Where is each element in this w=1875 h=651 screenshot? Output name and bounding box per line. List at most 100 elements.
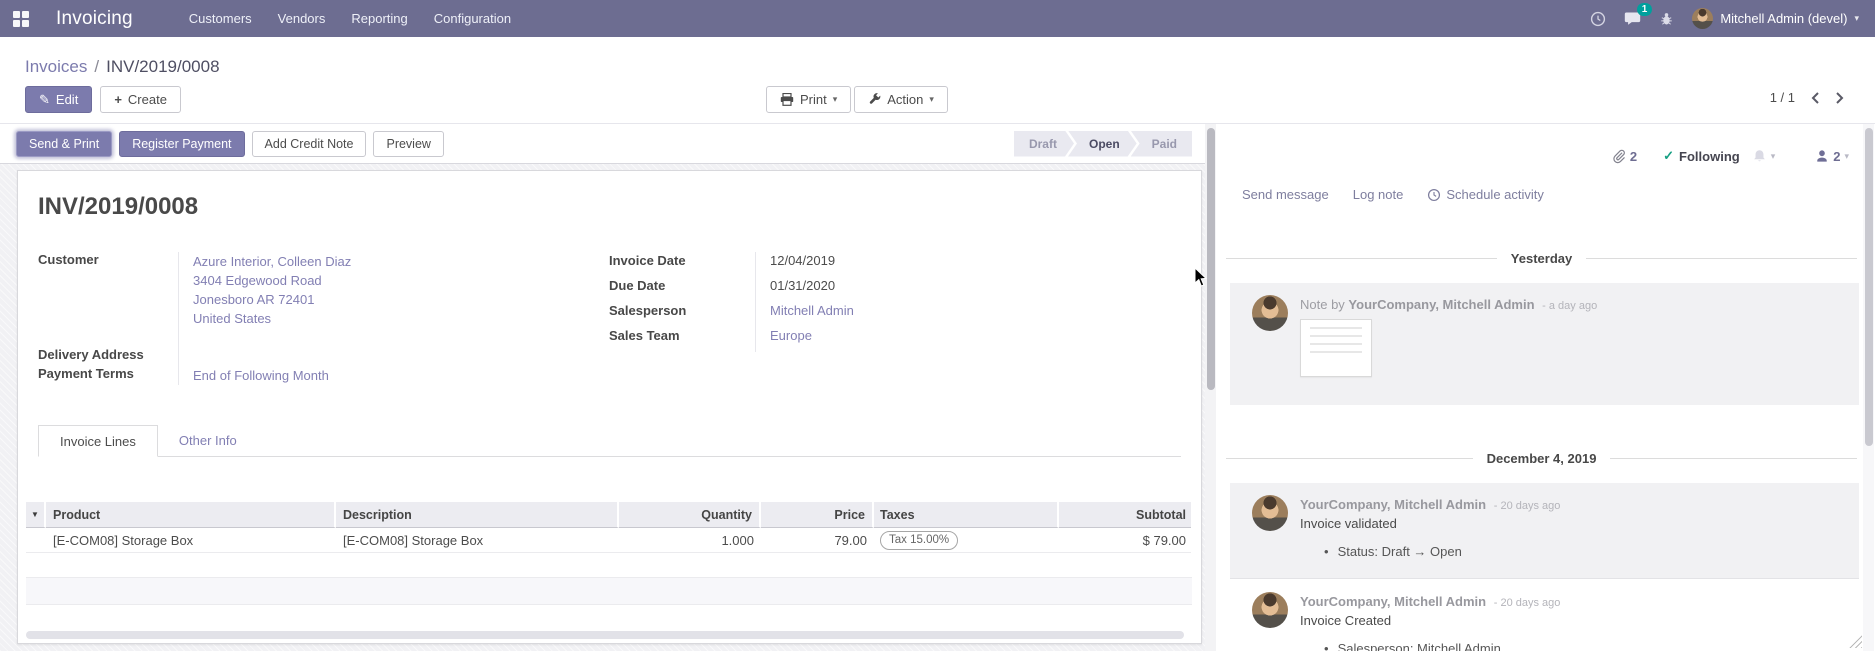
chatter-message-note: Note by YourCompany, Mitchell Admin - a … [1230,283,1859,405]
form-scrollbar-thumb[interactable] [1207,128,1215,390]
edit-create-buttons: ✎ Edit + Create [25,86,181,113]
payment-terms-field[interactable]: End of Following Month [193,366,609,385]
status-step-paid[interactable]: Paid [1131,131,1192,157]
schedule-activity-button[interactable]: Schedule activity [1427,187,1544,202]
customer-label: Customer [38,252,178,338]
user-menu[interactable]: Mitchell Admin (devel) ▾ [1692,8,1859,29]
message-time: - 20 days ago [1494,597,1561,609]
invoice-date-field: 12/04/2019 [770,252,1049,277]
chatter-panel: 2 ✓ Following ▾ 2 ▾ Send message Log not… [1216,124,1875,651]
tax-badge: Tax 15.00% [880,531,958,550]
menu-vendors[interactable]: Vendors [278,11,326,26]
follower-count[interactable]: 2 [1833,149,1840,164]
send-print-button[interactable]: Send & Print [16,131,112,157]
register-payment-button[interactable]: Register Payment [119,131,244,157]
column-quantity[interactable]: Quantity [619,502,761,528]
pager-next-icon[interactable] [1835,91,1845,105]
table-header-row: ▼ Product Description Quantity Price Tax… [26,502,1192,528]
column-description[interactable]: Description [336,502,619,528]
navbar-right: 1 Mitchell Admin (devel) ▾ [1590,8,1859,29]
chatter-message-created: YourCompany, Mitchell Admin - 20 days ag… [1230,580,1859,651]
column-product[interactable]: Product [46,502,336,528]
wrench-icon [868,93,881,106]
menu-configuration[interactable]: Configuration [434,11,511,26]
apps-grid-icon[interactable] [13,11,29,27]
chevron-down-icon[interactable]: ▾ [1844,151,1849,162]
tab-other-info[interactable]: Other Info [158,425,258,456]
followers-person-icon[interactable] [1815,149,1829,163]
avatar [1252,592,1288,628]
edit-button[interactable]: ✎ Edit [25,86,92,113]
paperclip-icon[interactable] [1611,149,1626,164]
status-step-draft[interactable]: Draft [1014,131,1074,157]
column-taxes[interactable]: Taxes [874,502,1059,528]
left-field-group: Customer Delivery Address Payment Terms … [38,252,609,385]
preview-button[interactable]: Preview [373,131,443,157]
cell-description: [E-COM08] Storage Box [336,528,619,553]
form-statusbar: Send & Print Register Payment Add Credit… [0,124,1216,164]
table-row[interactable]: [E-COM08] Storage Box [E-COM08] Storage … [26,528,1192,553]
pager-previous-icon[interactable] [1810,91,1820,105]
attachment-count[interactable]: 2 [1630,149,1637,164]
date-divider: December 4, 2019 [1226,450,1857,466]
message-body: Invoice validated [1300,516,1845,531]
customer-field[interactable]: Azure Interior, Colleen Diaz 3404 Edgewo… [193,252,609,338]
status-step-open[interactable]: Open [1068,131,1137,157]
chevron-down-icon: ▾ [833,94,838,105]
message-author[interactable]: YourCompany, Mitchell Admin [1300,594,1486,609]
sort-caret-icon[interactable]: ▼ [26,502,46,528]
invoice-sheet: INV/2019/0008 Customer Delivery Address … [17,170,1202,644]
delivery-address-field[interactable] [193,347,609,366]
create-button[interactable]: + Create [100,86,181,113]
due-date-label: Due Date [609,277,755,302]
message-body: Invoice Created [1300,613,1845,628]
message-author[interactable]: YourCompany, Mitchell Admin [1348,297,1534,312]
cell-taxes: Tax 15.00% [874,528,1059,553]
log-note-button[interactable]: Log note [1353,187,1404,202]
salesperson-label: Salesperson [609,302,755,327]
message-author[interactable]: YourCompany, Mitchell Admin [1300,497,1486,512]
empty-row [26,578,1192,605]
add-credit-note-button[interactable]: Add Credit Note [252,131,367,157]
sales-team-field[interactable]: Europe [770,327,1049,352]
tab-invoice-lines[interactable]: Invoice Lines [38,425,158,457]
menu-reporting[interactable]: Reporting [351,11,407,26]
empty-row [26,553,1192,578]
send-message-button[interactable]: Send message [1242,187,1329,202]
chatter-scrollbar-thumb[interactable] [1865,128,1873,446]
app-title[interactable]: Invoicing [56,8,133,30]
horizontal-scrollbar[interactable] [26,631,1184,639]
avatar [1252,495,1288,531]
salesperson-field[interactable]: Mitchell Admin [770,302,1049,327]
menu-customers[interactable]: Customers [189,11,252,26]
cell-product: [E-COM08] Storage Box [46,528,336,553]
message-count-badge: 1 [1637,3,1653,16]
payment-terms-label: Payment Terms [38,366,178,385]
action-button[interactable]: Action ▾ [854,86,948,113]
clock-icon [1427,188,1441,202]
column-price[interactable]: Price [761,502,874,528]
pager: 1 / 1 [1770,90,1845,105]
message-header: YourCompany, Mitchell Admin - 20 days ag… [1300,594,1845,609]
form-scrollbar[interactable] [1205,124,1216,651]
messages-icon[interactable]: 1 [1624,11,1641,26]
avatar [1252,295,1288,331]
main-menu: Customers Vendors Reporting Configuratio… [189,11,511,26]
chevron-down-icon: ▾ [929,94,934,105]
breadcrumb-invoices-link[interactable]: Invoices [25,57,87,76]
invoice-lines-table: ▼ Product Description Quantity Price Tax… [26,502,1192,605]
following-button[interactable]: Following [1679,149,1740,164]
print-button[interactable]: Print ▾ [766,86,851,113]
message-header: Note by YourCompany, Mitchell Admin - a … [1300,297,1845,312]
activities-clock-icon[interactable] [1590,11,1606,27]
column-subtotal[interactable]: Subtotal [1059,502,1191,528]
check-icon: ✓ [1663,148,1674,164]
message-time: - a day ago [1542,300,1597,312]
debug-bug-icon[interactable] [1659,11,1674,27]
chevron-down-icon[interactable]: ▾ [1771,151,1776,162]
cell-subtotal: $ 79.00 [1059,528,1191,553]
chatter-scrollbar[interactable] [1863,124,1874,651]
bell-icon[interactable] [1752,148,1767,164]
attachment-preview[interactable] [1300,319,1372,377]
plus-icon: + [114,92,122,107]
